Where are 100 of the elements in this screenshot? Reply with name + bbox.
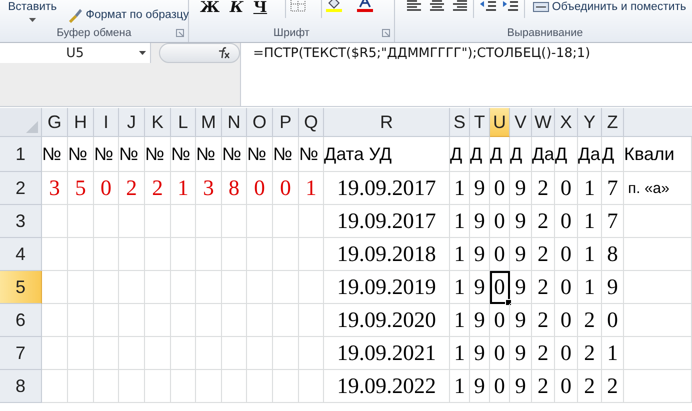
table-cell: Да [578, 137, 602, 172]
table-cell: 0 [555, 172, 578, 205]
empty-cell [273, 271, 299, 304]
column-header[interactable]: I [94, 108, 119, 137]
table-cell: № [119, 137, 145, 172]
dialog-launcher-icon[interactable] [176, 29, 184, 37]
paste-button[interactable]: Вставить [6, 0, 59, 18]
empty-cell [171, 205, 196, 238]
row-header[interactable]: 5 [0, 271, 42, 304]
table-cell: Дата УД [324, 137, 450, 172]
row-header[interactable]: 2 [0, 172, 42, 205]
table-cell: 1 [602, 337, 624, 370]
align-right-icon[interactable] [451, 0, 467, 12]
row-header[interactable]: 7 [0, 337, 42, 370]
table-cell: п. «а» [624, 172, 692, 205]
fill-color-icon[interactable] [326, 0, 342, 12]
column-header[interactable]: P [273, 108, 299, 137]
column-header[interactable]: T [470, 108, 490, 137]
empty-cell [119, 337, 145, 370]
column-header[interactable]: O [247, 108, 273, 137]
table-cell: 0 [555, 304, 578, 337]
table-cell: 2 [578, 337, 602, 370]
table-cell: Д [470, 137, 490, 172]
column-header[interactable]: Q [299, 108, 324, 137]
empty-cell [171, 370, 196, 403]
empty-cell [196, 238, 222, 271]
column-header[interactable]: G [42, 108, 68, 137]
table-cell: № [171, 137, 196, 172]
table-cell: 9 [510, 271, 532, 304]
row-header[interactable]: 3 [0, 205, 42, 238]
table-cell: 1 [578, 238, 602, 271]
empty-cell [119, 304, 145, 337]
empty-cell [171, 337, 196, 370]
column-header[interactable]: H [68, 108, 94, 137]
column-header[interactable]: Y [578, 108, 602, 137]
table-cell: Д [450, 137, 470, 172]
empty-cell [624, 304, 692, 337]
table-cell: 9 [470, 172, 490, 205]
italic-button[interactable]: К [226, 0, 246, 18]
column-header[interactable]: S [450, 108, 470, 137]
table-cell: Д [510, 137, 532, 172]
borders-icon[interactable] [290, 0, 306, 12]
empty-cell [94, 271, 119, 304]
table-cell: 0 [490, 337, 510, 370]
row-header[interactable]: 6 [0, 304, 42, 337]
table-cell: 7 [602, 205, 624, 238]
table-cell: 1 [450, 271, 470, 304]
row-header[interactable]: 8 [0, 370, 42, 403]
empty-cell [196, 304, 222, 337]
merge-center-button[interactable]: Объединить и поместить [531, 0, 688, 18]
column-header[interactable]: V [510, 108, 532, 137]
column-header[interactable]: N [222, 108, 247, 137]
table-cell: 9 [510, 337, 532, 370]
row-header[interactable]: 4 [0, 238, 42, 271]
table-cell: 9 [470, 238, 490, 271]
column-header[interactable]: W [532, 108, 555, 137]
row-header[interactable]: 1 [0, 137, 42, 172]
table-cell: 19.09.2017 [324, 205, 450, 238]
table-cell: Д [555, 137, 578, 172]
column-header[interactable]: L [171, 108, 196, 137]
empty-cell [145, 304, 171, 337]
empty-cell [624, 370, 692, 403]
column-header[interactable]: U [490, 108, 510, 137]
align-center-icon[interactable] [429, 0, 445, 12]
empty-cell [222, 205, 247, 238]
column-header[interactable]: R [324, 108, 450, 137]
name-box[interactable]: U5 [0, 43, 151, 63]
insert-function-button[interactable] [159, 43, 240, 63]
column-header[interactable]: X [555, 108, 578, 137]
column-header[interactable]: M [196, 108, 222, 137]
formula-field[interactable]: =ПСТР(ТЕКСТ($R5;"ДДММГГГГ");СТОЛБЕЦ()-18;1) [241, 43, 602, 106]
empty-cell [171, 238, 196, 271]
dialog-launcher-icon[interactable] [382, 29, 390, 37]
empty-cell [42, 205, 68, 238]
empty-cell [247, 238, 273, 271]
bold-button[interactable]: Ж [197, 0, 223, 18]
empty-cell [94, 238, 119, 271]
empty-cell [119, 238, 145, 271]
increase-indent-icon[interactable] [502, 0, 518, 12]
table-cell: 2 [145, 172, 171, 205]
empty-cell [145, 271, 171, 304]
empty-cell [42, 238, 68, 271]
table-cell: 19.09.2019 [324, 271, 450, 304]
empty-cell [145, 238, 171, 271]
column-header[interactable]: K [145, 108, 171, 137]
group-label: Буфер обмена [56, 27, 132, 41]
format-painter-button[interactable]: Формат по образцу [64, 4, 191, 26]
caret-icon[interactable] [139, 50, 146, 56]
table-cell: 9 [470, 271, 490, 304]
table-cell: № [145, 137, 171, 172]
underline-button[interactable]: Ч [250, 0, 270, 18]
empty-cell [68, 370, 94, 403]
table-cell: 0 [273, 172, 299, 205]
align-left-icon[interactable] [407, 0, 423, 12]
column-header[interactable]: Z [602, 108, 624, 137]
table-cell: 0 [490, 271, 510, 304]
column-header[interactable]: J [119, 108, 145, 137]
font-color-icon[interactable] [357, 0, 374, 12]
table-cell: 0 [490, 238, 510, 271]
decrease-indent-icon[interactable] [480, 0, 496, 12]
